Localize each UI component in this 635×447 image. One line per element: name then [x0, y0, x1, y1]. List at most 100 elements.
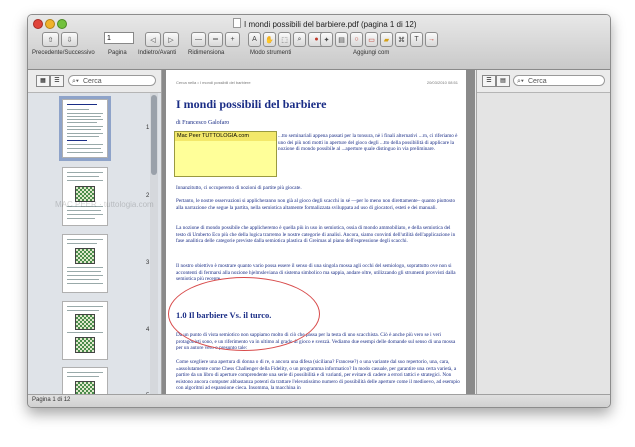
thumbnail-page-5[interactable]: [62, 367, 108, 394]
arrow-button[interactable]: →: [425, 32, 438, 47]
prev-next-label: Precedente/Successivo: [32, 50, 95, 56]
window-title: I mondi possibili del barbiere.pdf (pagi…: [233, 18, 483, 29]
close-window-button[interactable]: [33, 19, 43, 29]
annotation-filter-toggle[interactable]: ☰: [482, 75, 496, 87]
chessboard-image: [75, 314, 95, 330]
list-view-toggle[interactable]: ☰: [50, 75, 64, 87]
search-icon: ⌕▾: [72, 78, 79, 85]
thumbnail-number: 3: [146, 260, 150, 266]
chessboard-image: [75, 337, 95, 353]
arrow-up-icon: ⇧: [47, 36, 54, 44]
highlight-button[interactable]: ▤: [335, 32, 348, 47]
thumbnail-page-1[interactable]: [59, 96, 111, 161]
select-tool-button[interactable]: ⬚: [278, 32, 291, 47]
stamp-icon: ✦: [323, 36, 330, 44]
back-forward-label: Indietro/Avanti: [138, 50, 177, 56]
thumbnail-view-toggle[interactable]: ▦: [36, 75, 50, 87]
text-select-icon: A: [252, 36, 257, 43]
note-button[interactable]: ▰: [380, 32, 393, 47]
oval-icon: ○: [354, 36, 359, 43]
forward-button[interactable]: ▷: [163, 32, 179, 47]
annotation-icon: ●: [314, 36, 319, 43]
chevron-right-icon: ▷: [168, 36, 174, 44]
watermark: MAC PEER · tuttologia.com: [55, 200, 154, 209]
annotation-search-field[interactable]: ⌕▾ Cerca: [513, 75, 605, 86]
document-author: di Francesco Galofaro: [176, 120, 230, 126]
thumbnail-page-2[interactable]: [62, 167, 108, 226]
oval-annotation[interactable]: [168, 277, 320, 351]
annotation-sidebar: ☰ ▤ ⌕▾ Cerca: [476, 70, 610, 394]
marquee-icon: ⬚: [281, 36, 288, 44]
arrow-down-icon: ⇩: [66, 36, 73, 44]
sticky-note-title: Mac Peer TUTTOLOGIA.com: [175, 132, 276, 141]
thumbnail-scroll-knob[interactable]: [151, 95, 157, 175]
pdf-page: Cerca nella • I mondi possibili del barb…: [166, 70, 466, 394]
previous-page-button[interactable]: ⇧: [42, 32, 59, 47]
magnifier-icon: ⌕: [297, 35, 302, 43]
intro-paragraph: ...tto seminariali appena passati per la…: [278, 133, 458, 153]
zoom-in-button[interactable]: +: [225, 32, 240, 47]
hand-icon: ✋: [265, 36, 274, 44]
status-bar: Pagina 1 di 12: [28, 394, 610, 407]
annotation-view-toggle[interactable]: ▤: [496, 75, 510, 87]
paragraph: Pertanto, le nostre osservazioni si appl…: [176, 198, 456, 211]
paragraph: Innanzitutto, ci occuperemo di nozioni d…: [176, 185, 302, 191]
thumbnail-page-4[interactable]: [62, 301, 108, 360]
text-annotation-button[interactable]: T: [410, 32, 423, 47]
zoom-group: — ═ +: [191, 32, 240, 47]
back-forward-group: ◁ ▷: [145, 32, 179, 47]
thumbnail-list: 1 2 3 4: [28, 93, 161, 394]
zoom-fit-icon: ═: [213, 36, 218, 43]
paragraph: Come scegliere una apertura di donna o d…: [176, 359, 460, 392]
minimize-window-button[interactable]: [45, 19, 55, 29]
zoom-fit-button[interactable]: ═: [208, 32, 223, 47]
thumbnail-number: 1: [146, 125, 150, 131]
thumbnail-page-3[interactable]: [62, 234, 108, 293]
highlight-icon: ▤: [338, 36, 345, 44]
paragraph: La nozione di mondo possibile che applic…: [176, 225, 456, 245]
sticky-note[interactable]: Mac Peer TUTTOLOGIA.com: [174, 131, 277, 177]
chevron-left-icon: ◁: [150, 36, 156, 44]
document-title: I mondi possibili del barbiere: [176, 97, 327, 111]
thumbnail-search-field[interactable]: ⌕▾ Cerca: [68, 75, 156, 86]
rectangle-button[interactable]: ▭: [365, 32, 378, 47]
link-button[interactable]: ⌘: [395, 32, 408, 47]
document-view: Cerca nella • I mondi possibili del barb…: [162, 70, 475, 394]
list-icon: ☰: [486, 78, 492, 84]
page-number-input[interactable]: 1: [104, 32, 134, 44]
page-header: Cerca nella • I mondi possibili del barb…: [176, 80, 458, 85]
chessboard-image: [75, 381, 95, 394]
move-tool-button[interactable]: ✋: [263, 32, 276, 47]
back-button[interactable]: ◁: [145, 32, 161, 47]
thumbnail-number: 4: [146, 327, 150, 333]
title-bar: I mondi possibili del barbiere.pdf (pagi…: [28, 15, 610, 70]
next-page-button[interactable]: ⇩: [61, 32, 78, 47]
annotation-search-placeholder: Cerca: [528, 78, 547, 85]
thumbnail-search-placeholder: Cerca: [83, 78, 102, 85]
zoom-out-icon: —: [195, 36, 202, 43]
page-header-left: Cerca nella • I mondi possibili del barb…: [176, 80, 251, 85]
zoom-label: Ridimensiona: [188, 50, 225, 56]
list-icon: ☰: [54, 78, 60, 84]
thumbnail-number: 2: [146, 193, 150, 199]
window-title-text: I mondi possibili del barbiere.pdf (pagi…: [244, 20, 417, 29]
zoom-in-icon: +: [230, 36, 235, 43]
annotation-group: ✦ ▤ ○ ▭ ▰ ⌘ T →: [320, 32, 438, 47]
note-icon: ▰: [383, 36, 390, 44]
status-text: Pagina 1 di 12: [32, 397, 71, 403]
magnify-tool-button[interactable]: ⌕: [293, 32, 306, 47]
link-icon: ⌘: [398, 36, 405, 44]
arrow-right-icon: →: [428, 36, 435, 43]
text-tool-button[interactable]: A: [248, 32, 261, 47]
annotation-sidebar-header: ☰ ▤ ⌕▾ Cerca: [477, 70, 610, 93]
zoom-out-button[interactable]: —: [191, 32, 206, 47]
thumbnail-scrollbar[interactable]: [150, 93, 158, 394]
zoom-window-button[interactable]: [57, 19, 67, 29]
grid-icon: ▦: [40, 78, 46, 84]
text-box-icon: T: [414, 36, 419, 43]
rectangle-icon: ▭: [368, 36, 375, 44]
oval-button[interactable]: ○: [350, 32, 363, 47]
thumbnail-sidebar: ▦ ☰ ⌕▾ Cerca 1 2 3 4: [28, 70, 162, 394]
stamp-button[interactable]: ✦: [320, 32, 333, 47]
tool-mode-label: Modo strumenti: [250, 50, 292, 56]
